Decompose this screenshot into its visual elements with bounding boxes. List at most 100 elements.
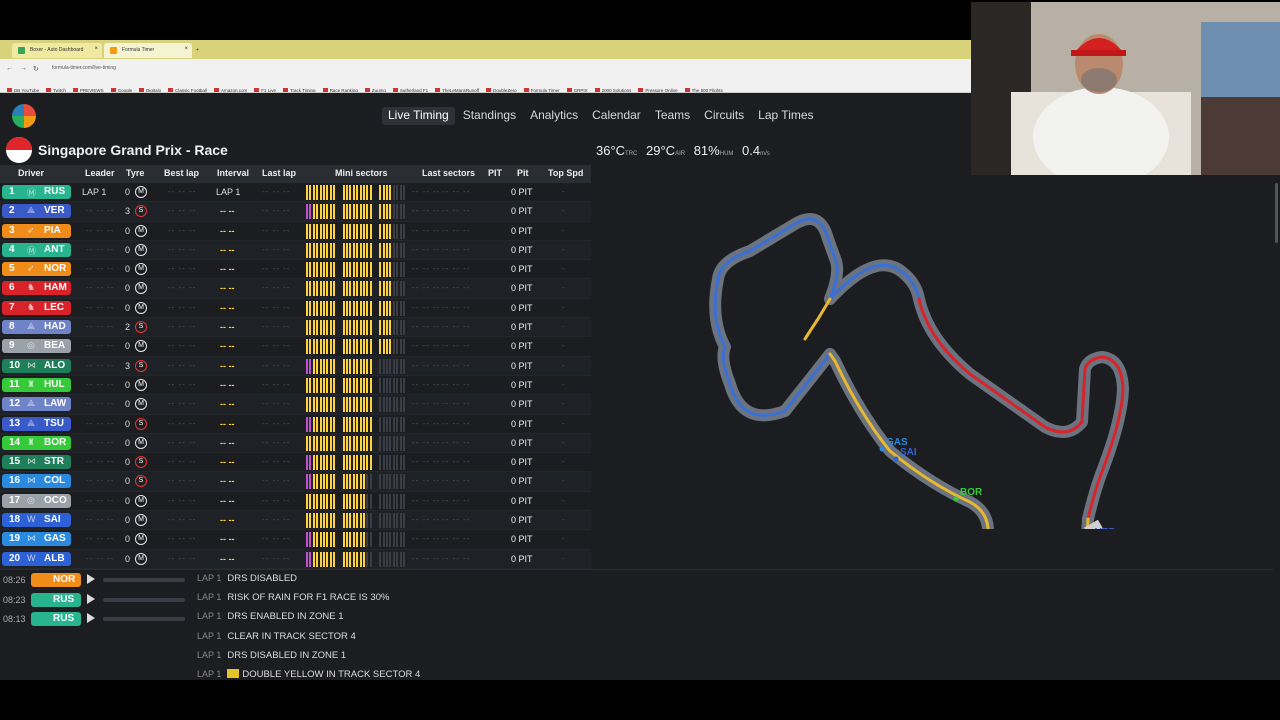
tyre-age: 0 bbox=[125, 553, 131, 564]
driver-badge[interactable]: 16 ⋈ COL bbox=[2, 474, 71, 489]
scrollbar-thumb[interactable] bbox=[1275, 183, 1278, 243]
table-row[interactable]: 11 ♜ HUL -- -- -- 0 M -- -- -- -- -- -- -- -- -- … bbox=[0, 376, 591, 396]
table-row[interactable]: 13 ⟁ TSU -- -- -- 0 S -- -- -- -- -- -- -- -- -- … bbox=[0, 415, 591, 434]
header-pit-count[interactable]: Pit bbox=[517, 168, 529, 178]
table-row[interactable]: 18 W SAI -- -- -- 0 M -- -- -- -- -- -- -- -- -- … bbox=[0, 511, 591, 531]
mini-sector bbox=[356, 397, 359, 413]
mini-sector bbox=[366, 320, 369, 336]
mini-sector bbox=[396, 281, 399, 297]
url-field[interactable]: formula-timer.com/live-timing bbox=[52, 65, 116, 71]
driver-badge[interactable]: 12 ⟁ LAW bbox=[2, 397, 71, 412]
scrollbar[interactable] bbox=[1273, 175, 1280, 680]
driver-badge[interactable]: 6 ♞ HAM bbox=[2, 281, 71, 296]
table-row[interactable]: 6 ♞ HAM -- -- -- 0 M -- -- -- -- -- -- -- -- -- -… bbox=[0, 279, 591, 299]
car-dot bbox=[953, 496, 959, 502]
table-row[interactable]: 5 ➶ NOR -- -- -- 0 M -- -- -- -- -- -- -- -- -- -… bbox=[0, 260, 591, 280]
nav-item-calendar[interactable]: Calendar bbox=[586, 107, 647, 125]
table-row[interactable]: 15 ⋈ STR -- -- -- 0 S -- -- -- -- -- -- -- -- -- … bbox=[0, 453, 591, 473]
mini-sector bbox=[363, 281, 365, 297]
table-row[interactable]: 1 Ⓜ RUS LAP 1 0 M -- -- -- LAP 1 -- -- -- -- -- -… bbox=[0, 183, 591, 203]
play-icon[interactable] bbox=[87, 574, 95, 584]
mini-sector bbox=[342, 455, 345, 471]
nav-item-teams[interactable]: Teams bbox=[649, 107, 696, 125]
mini-sector bbox=[392, 513, 395, 529]
driver-badge[interactable]: 11 ♜ HUL bbox=[2, 377, 71, 392]
header-tyre[interactable]: Tyre bbox=[126, 168, 144, 178]
table-row[interactable]: 16 ⋈ COL -- -- -- 0 S -- -- -- -- -- -- -- -- -- … bbox=[0, 472, 591, 492]
browser-tab[interactable]: Boxer - Auto Dashboard × bbox=[12, 43, 102, 58]
table-row[interactable]: 12 ⟁ LAW -- -- -- 0 M -- -- -- -- -- -- -- -- -- … bbox=[0, 395, 591, 415]
mini-sector bbox=[333, 281, 336, 297]
driver-badge[interactable]: 3 ➶ PIA bbox=[2, 223, 71, 238]
table-row[interactable]: 14 ♜ BOR -- -- -- 0 M -- -- -- -- -- -- -- -- -- … bbox=[0, 433, 591, 454]
pit-count: 0 PIT bbox=[511, 399, 533, 410]
driver-badge[interactable]: 9 ◎ BEA bbox=[2, 339, 71, 354]
header-last-sectors[interactable]: Last sectors bbox=[422, 168, 475, 178]
driver-badge[interactable]: 19 ⋈ GAS bbox=[2, 532, 71, 547]
driver-badge[interactable]: 10 ⋈ ALO bbox=[2, 358, 71, 373]
logo-icon[interactable] bbox=[12, 104, 36, 128]
nav-item-circuits[interactable]: Circuits bbox=[698, 107, 750, 125]
table-row[interactable]: 4 Ⓜ ANT -- -- -- 0 M -- -- -- -- -- -- -- -- -- -… bbox=[0, 240, 591, 261]
table-row[interactable]: 19 ⋈ GAS -- -- -- 0 M -- -- -- -- -- -- -- -- -- … bbox=[0, 530, 591, 550]
tyre-compound-icon: M bbox=[135, 301, 147, 314]
audio-progress-bar[interactable] bbox=[103, 597, 185, 602]
driver-badge[interactable]: 1 Ⓜ RUS bbox=[2, 185, 71, 199]
reload-icon[interactable]: ↻ bbox=[33, 65, 39, 73]
close-icon[interactable]: × bbox=[184, 46, 188, 52]
driver-badge[interactable]: 20 W ALB bbox=[2, 551, 71, 566]
nav-item-standings[interactable]: Standings bbox=[457, 107, 522, 125]
driver-badge[interactable]: 7 ♞ LEC bbox=[2, 300, 71, 315]
new-tab-button[interactable]: + bbox=[192, 43, 206, 58]
header-last-lap[interactable]: Last lap bbox=[262, 168, 296, 178]
header-driver[interactable]: Driver bbox=[18, 168, 44, 178]
table-row[interactable]: 7 ♞ LEC -- -- -- 0 M -- -- -- -- -- -- -- -- -- -… bbox=[0, 299, 591, 319]
table-row[interactable]: 20 W ALB -- -- -- 0 M -- -- -- -- -- -- -- -- -- … bbox=[0, 549, 591, 569]
header-interval[interactable]: Interval bbox=[217, 168, 249, 178]
tyre-compound-icon: M bbox=[135, 243, 147, 256]
header-best-lap[interactable]: Best lap bbox=[164, 168, 199, 178]
header-leader[interactable]: Leader bbox=[85, 168, 115, 178]
browser-tab-active[interactable]: Formula Timer × bbox=[104, 43, 192, 58]
header-mini-sectors[interactable]: Mini sectors bbox=[335, 168, 388, 178]
mini-sector bbox=[326, 242, 329, 258]
close-icon[interactable]: × bbox=[94, 46, 98, 52]
mini-sector bbox=[352, 435, 355, 451]
driver-badge[interactable]: 15 ⋈ STR bbox=[2, 455, 71, 470]
mini-sector bbox=[319, 339, 322, 355]
header-top-speed[interactable]: Top Spd bbox=[548, 168, 583, 178]
mini-sector bbox=[349, 320, 352, 336]
mini-sector bbox=[352, 474, 355, 490]
nav-item-lap-times[interactable]: Lap Times bbox=[752, 107, 819, 125]
driver-badge[interactable]: 17 ◎ OCO bbox=[2, 493, 71, 508]
table-row[interactable]: 2 ⟁ VER -- -- -- 3 S -- -- -- -- -- -- -- -- -- -… bbox=[0, 202, 591, 222]
driver-badge[interactable]: 18 W SAI bbox=[2, 513, 71, 528]
back-icon[interactable]: ← bbox=[6, 65, 13, 72]
forward-icon[interactable]: → bbox=[20, 65, 27, 72]
table-row[interactable]: 17 ◎ OCO -- -- -- 0 M -- -- -- -- -- -- -- -- -- … bbox=[0, 492, 591, 512]
driver-badge[interactable]: 2 ⟁ VER bbox=[2, 204, 71, 219]
table-row[interactable]: 9 ◎ BEA -- -- -- 0 M -- -- -- -- -- -- -- -- -- -… bbox=[0, 337, 591, 357]
mini-sector bbox=[316, 416, 319, 432]
mini-sector bbox=[382, 474, 385, 490]
table-row[interactable]: 10 ⋈ ALO -- -- -- 3 S -- -- -- -- -- -- -- -- -- … bbox=[0, 356, 591, 376]
table-row[interactable]: 8 ⟁ HAD -- -- -- 2 S -- -- -- -- -- -- -- -- -- -… bbox=[0, 318, 591, 338]
driver-badge[interactable]: 4 Ⓜ ANT bbox=[2, 242, 71, 257]
driver-badge[interactable]: 5 ➶ NOR bbox=[2, 262, 71, 277]
driver-badge[interactable]: 14 ♜ BOR bbox=[2, 435, 71, 450]
play-icon[interactable] bbox=[87, 593, 95, 604]
interval: -- -- bbox=[220, 264, 235, 275]
nav-item-analytics[interactable]: Analytics bbox=[524, 107, 584, 125]
mini-sector bbox=[363, 300, 365, 316]
best-lap: -- -- -- bbox=[168, 360, 197, 370]
audio-progress-bar[interactable] bbox=[103, 617, 185, 621]
audio-progress-bar[interactable] bbox=[103, 578, 185, 582]
radio-time: 08:23 bbox=[3, 594, 26, 605]
table-row[interactable]: 3 ➶ PIA -- -- -- 0 M -- -- -- -- -- -- -- -- -- -… bbox=[0, 222, 591, 241]
play-icon[interactable] bbox=[87, 613, 95, 623]
header-pit[interactable]: PIT bbox=[488, 168, 502, 178]
mini-sector bbox=[316, 204, 319, 220]
driver-badge[interactable]: 13 ⟁ TSU bbox=[2, 416, 71, 431]
driver-badge[interactable]: 8 ⟁ HAD bbox=[2, 320, 71, 335]
nav-item-live-timing[interactable]: Live Timing bbox=[382, 107, 455, 125]
